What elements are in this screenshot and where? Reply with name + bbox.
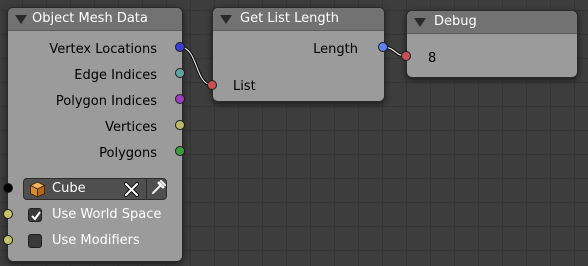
checkmark-icon bbox=[31, 211, 41, 221]
socket-use-world-space-input[interactable] bbox=[3, 209, 13, 219]
output-label-vertex-locations: Vertex Locations bbox=[49, 42, 157, 57]
socket-use-modifiers-input[interactable] bbox=[3, 235, 13, 245]
use-world-space-checkbox[interactable] bbox=[28, 208, 42, 222]
input-label-list: List bbox=[233, 79, 256, 94]
eyedropper-button[interactable] bbox=[146, 178, 168, 200]
socket-polygon-indices-output[interactable] bbox=[175, 94, 185, 104]
collapse-triangle-icon[interactable] bbox=[220, 15, 232, 24]
clear-x-icon[interactable] bbox=[123, 181, 140, 198]
socket-vertex-locations-output[interactable] bbox=[175, 42, 185, 52]
socket-vertices-output[interactable] bbox=[175, 120, 185, 130]
socket-list-input[interactable] bbox=[207, 80, 217, 90]
collapse-triangle-icon[interactable] bbox=[15, 15, 27, 24]
collapse-triangle-icon[interactable] bbox=[414, 18, 426, 27]
socket-polygons-output[interactable] bbox=[175, 146, 185, 156]
node-debug[interactable]: Debug 8 bbox=[406, 10, 578, 78]
output-label-polygon-indices: Polygon Indices bbox=[55, 94, 157, 109]
socket-length-output[interactable] bbox=[378, 42, 388, 52]
output-label-edge-indices: Edge Indices bbox=[74, 68, 157, 83]
node-title: Get List Length bbox=[240, 11, 339, 26]
output-label-polygons: Polygons bbox=[99, 146, 157, 161]
cube-icon bbox=[29, 181, 46, 198]
use-modifiers-label[interactable]: Use Modifiers bbox=[52, 233, 140, 248]
node-editor-canvas[interactable]: Object Mesh Data Vertex Locations Edge I… bbox=[0, 0, 588, 266]
output-label-vertices: Vertices bbox=[105, 120, 157, 135]
node-header[interactable]: Debug bbox=[407, 11, 577, 34]
node-object-mesh-data[interactable]: Object Mesh Data Vertex Locations Edge I… bbox=[7, 7, 183, 262]
object-selector-field[interactable]: Cube bbox=[23, 178, 167, 200]
use-modifiers-checkbox[interactable] bbox=[28, 234, 42, 248]
socket-object-input[interactable] bbox=[3, 183, 13, 193]
node-header[interactable]: Get List Length bbox=[213, 8, 384, 31]
object-name: Cube bbox=[52, 181, 86, 196]
node-title: Object Mesh Data bbox=[32, 11, 148, 26]
output-label-length: Length bbox=[313, 42, 358, 57]
eyedropper-icon bbox=[152, 180, 166, 194]
socket-debug-input[interactable] bbox=[401, 51, 411, 61]
use-world-space-label[interactable]: Use World Space bbox=[52, 207, 161, 222]
debug-value: 8 bbox=[428, 51, 437, 66]
node-get-list-length[interactable]: Get List Length Length List bbox=[212, 7, 385, 102]
socket-edge-indices-output[interactable] bbox=[175, 68, 185, 78]
node-header[interactable]: Object Mesh Data bbox=[8, 8, 182, 31]
node-title: Debug bbox=[434, 14, 477, 29]
